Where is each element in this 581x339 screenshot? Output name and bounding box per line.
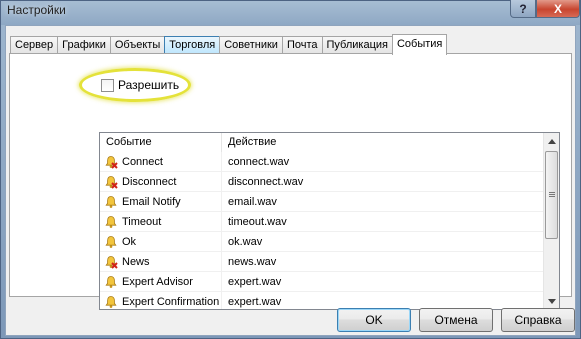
ok-button[interactable]: OK — [337, 308, 411, 332]
event-name: Expert Confirmation — [122, 296, 220, 308]
events-tab-panel: Разрешить Событие Действие Connect connec… — [9, 53, 572, 310]
settings-dialog: Настройки ? X Сервер Графики Объекты Торгов… — [0, 0, 581, 339]
help-button[interactable]: Справка — [501, 308, 575, 332]
action-cell: disconnect.wav — [228, 176, 304, 188]
bell-icon — [104, 295, 118, 309]
event-cell: Email Notify — [100, 192, 222, 212]
bell-disabled-icon — [104, 155, 118, 169]
list-header: Событие Действие — [100, 133, 545, 152]
event-cell: Expert Confirmation — [100, 292, 222, 309]
event-name: Ok — [122, 236, 137, 248]
event-cell: Ok — [100, 232, 222, 252]
allow-checkbox[interactable] — [101, 79, 114, 92]
bell-icon — [104, 215, 118, 229]
tab-strip: Сервер Графики Объекты Торговля Советники Поч… — [10, 34, 448, 55]
table-row[interactable]: Ok ok.wav — [100, 232, 545, 252]
cancel-button[interactable]: Отмена — [419, 308, 493, 332]
event-name: Email Notify — [122, 196, 181, 208]
event-cell: Connect — [100, 152, 222, 172]
action-cell: news.wav — [228, 256, 277, 268]
table-row[interactable]: News news.wav — [100, 252, 545, 272]
action-cell: timeout.wav — [228, 216, 287, 228]
vertical-scrollbar[interactable] — [543, 133, 559, 309]
title-bar[interactable]: Настройки ? X — [1, 0, 580, 25]
allow-option: Разрешить — [79, 68, 191, 102]
list-rows: Connect connect.wav Disconnect disconnect.w… — [100, 152, 545, 309]
tab-5[interactable]: Почта — [281, 36, 323, 54]
title-close-button[interactable]: X — [536, 0, 580, 18]
tab-2[interactable]: Объекты — [109, 36, 166, 54]
tab-6[interactable]: Публикация — [321, 36, 393, 54]
event-cell: Disconnect — [100, 172, 222, 192]
allow-label[interactable]: Разрешить — [118, 78, 179, 92]
dialog-client-area: Сервер Графики Объекты Торговля Советники Поч… — [5, 25, 576, 336]
event-name: Connect — [122, 156, 163, 168]
scroll-up-arrow-icon[interactable] — [544, 133, 559, 149]
action-cell: ok.wav — [228, 236, 263, 248]
event-name: Timeout — [122, 216, 162, 228]
bell-icon — [104, 195, 118, 209]
event-name: Expert Advisor — [122, 276, 193, 288]
scroll-down-arrow-icon[interactable] — [544, 293, 559, 309]
column-header-action[interactable]: Действие — [222, 133, 545, 152]
action-cell: connect.wav — [228, 156, 290, 168]
scrollbar-thumb[interactable] — [545, 151, 558, 239]
event-name: News — [122, 256, 150, 268]
event-name: Disconnect — [122, 176, 177, 188]
table-row[interactable]: Timeout timeout.wav — [100, 212, 545, 232]
bell-disabled-icon — [104, 255, 118, 269]
tab-0[interactable]: Сервер — [10, 36, 59, 54]
bell-icon — [104, 235, 118, 249]
table-row[interactable]: Disconnect disconnect.wav — [100, 172, 545, 192]
title-help-button[interactable]: ? — [510, 0, 536, 18]
tab-3[interactable]: Торговля — [164, 36, 221, 54]
table-row[interactable]: Email Notify email.wav — [100, 192, 545, 212]
event-cell: News — [100, 252, 222, 272]
event-cell: Expert Advisor — [100, 272, 222, 292]
action-cell: email.wav — [228, 196, 277, 208]
tab-4[interactable]: Советники — [219, 36, 283, 54]
table-row[interactable]: Connect connect.wav — [100, 152, 545, 172]
window-title: Настройки — [7, 3, 66, 17]
events-list: Событие Действие Connect connect.wav Disco… — [99, 132, 560, 310]
action-cell: expert.wav — [228, 276, 282, 288]
bell-icon — [104, 275, 118, 289]
event-cell: Timeout — [100, 212, 222, 232]
tab-7[interactable]: События — [391, 34, 448, 55]
bell-disabled-icon — [104, 175, 118, 189]
table-row[interactable]: Expert Advisor expert.wav — [100, 272, 545, 292]
tab-1[interactable]: Графики — [57, 36, 111, 54]
column-header-event[interactable]: Событие — [100, 133, 222, 152]
